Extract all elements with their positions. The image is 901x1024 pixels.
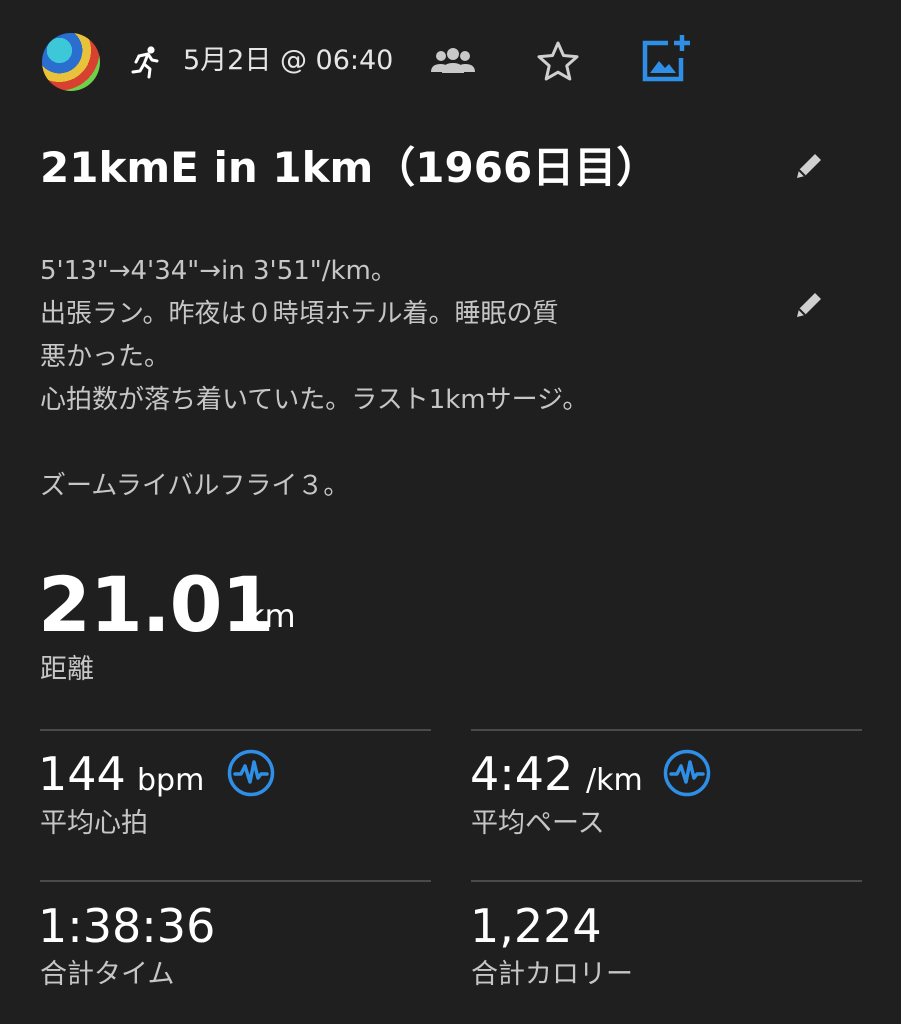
activity-date-time: 5月2日 @ 06:40 — [183, 45, 394, 76]
notes-line: 心拍数が落ち着いていた。ラスト1kmサージ。 — [40, 385, 589, 415]
divider — [471, 729, 862, 731]
edit-notes-pencil-icon[interactable] — [791, 287, 827, 323]
notes-line: 出張ラン。昨夜は０時頃ホテル着。睡眠の質 — [40, 299, 559, 329]
group-icon[interactable] — [428, 46, 478, 80]
avg-heart-rate-value: 144 — [38, 747, 126, 801]
avg-heart-rate-unit: bpm — [137, 763, 205, 798]
avg-pace-value: 4:42 — [470, 747, 574, 801]
total-calories-label: 合計カロリー — [471, 959, 633, 990]
divider — [471, 880, 862, 882]
divider — [40, 729, 431, 731]
pace-wave-icon[interactable] — [662, 748, 712, 798]
total-calories-value: 1,224 — [470, 899, 602, 953]
activity-title: 21kmE in 1km（1966日目） — [40, 143, 659, 192]
activity-notes: 5'13"→4'34"→in 3'51"/km。 出張ラン。昨夜は０時頃ホテル着… — [40, 250, 760, 508]
distance-unit: km — [246, 597, 296, 635]
total-time-label: 合計タイム — [40, 959, 175, 990]
notes-line: 5'13"→4'34"→in 3'51"/km。 — [40, 256, 397, 286]
avg-pace-unit: /km — [586, 763, 643, 798]
distance-value: 21.01 — [38, 560, 274, 649]
total-time-value: 1:38:36 — [38, 899, 216, 953]
edit-title-pencil-icon[interactable] — [791, 148, 827, 184]
divider — [40, 880, 431, 882]
avg-heart-rate-label: 平均心拍 — [40, 808, 148, 839]
add-photo-icon[interactable] — [638, 32, 694, 88]
notes-line: 悪かった。 — [40, 342, 171, 372]
heart-rate-wave-icon[interactable] — [226, 748, 276, 798]
running-person-icon — [131, 46, 159, 79]
distance-label: 距離 — [40, 654, 94, 685]
star-outline-icon[interactable] — [534, 38, 582, 86]
notes-line: ズームライバルフライ３。 — [40, 471, 350, 501]
notes-line — [40, 422, 760, 465]
avatar[interactable] — [42, 33, 100, 91]
avg-pace-label: 平均ペース — [471, 808, 605, 839]
